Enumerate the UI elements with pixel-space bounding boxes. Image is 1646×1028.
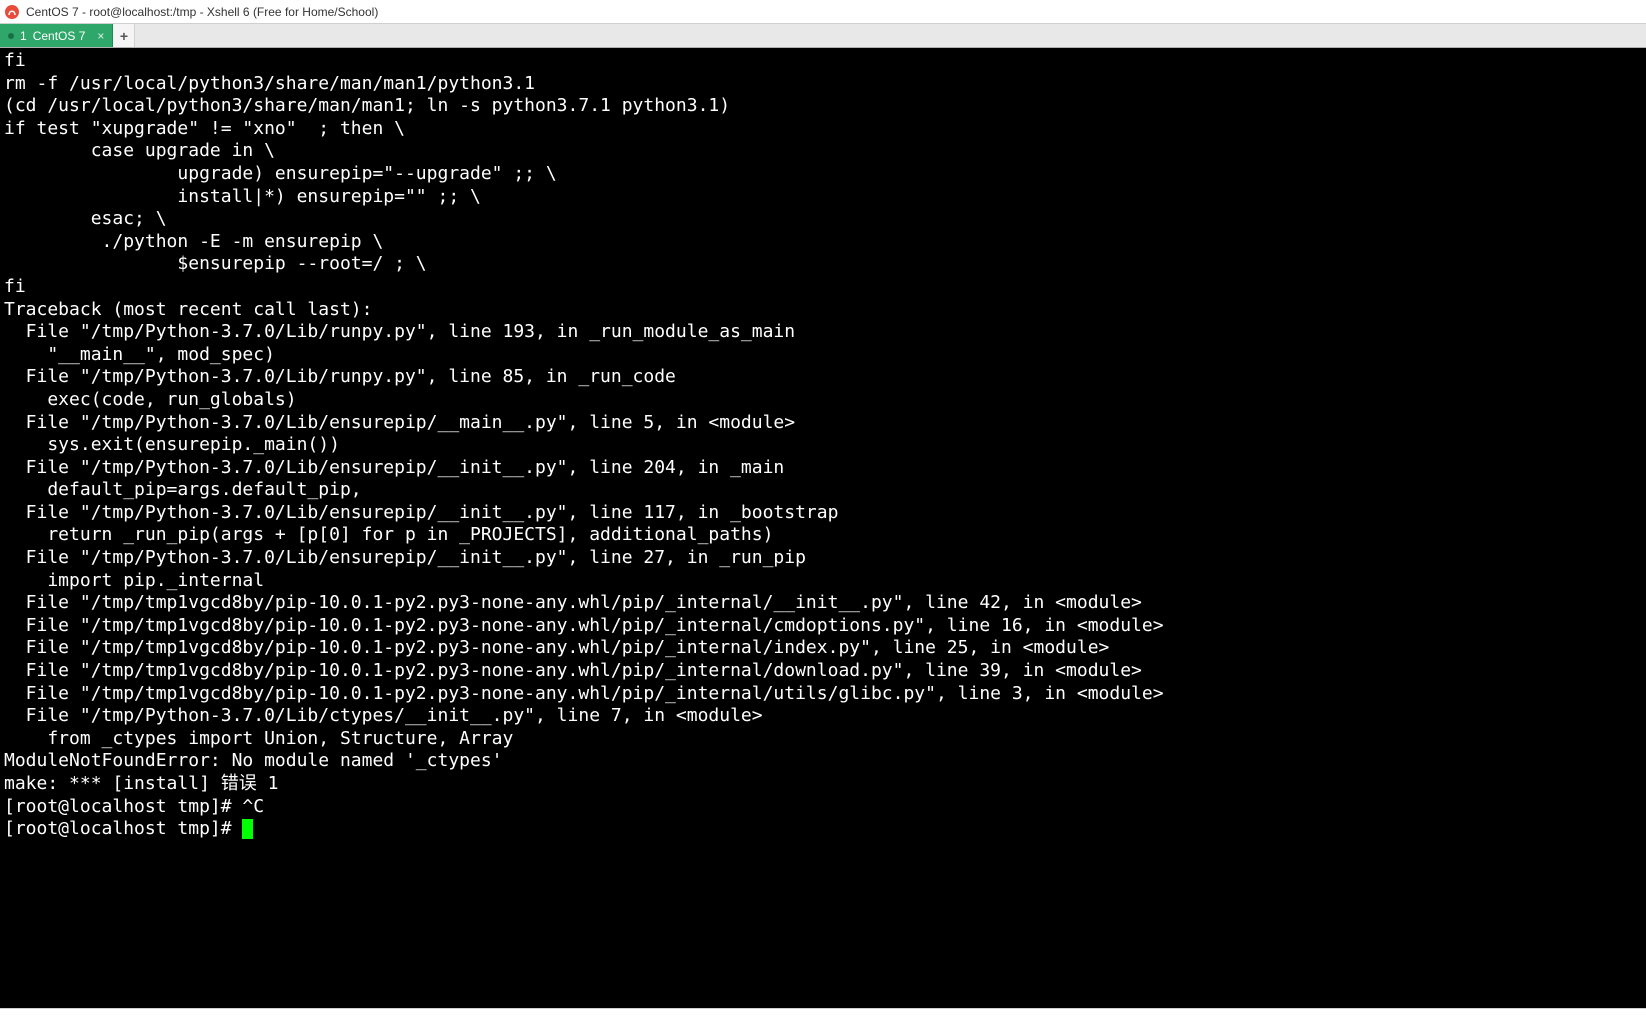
close-icon[interactable]: × [97, 29, 104, 43]
add-tab-button[interactable]: + [113, 24, 135, 47]
tab-status-dot [8, 33, 14, 39]
window-title: CentOS 7 - root@localhost:/tmp - Xshell … [26, 5, 378, 19]
terminal-output[interactable]: fi rm -f /usr/local/python3/share/man/ma… [0, 48, 1646, 1008]
tab-bar: 1 CentOS 7 × + [0, 24, 1646, 48]
tab-centos7[interactable]: 1 CentOS 7 × [0, 24, 113, 47]
window-title-bar: CentOS 7 - root@localhost:/tmp - Xshell … [0, 0, 1646, 24]
tab-index: 1 [20, 29, 27, 43]
app-icon [4, 4, 20, 20]
terminal-cursor [242, 819, 253, 839]
status-bar [0, 1008, 1646, 1028]
terminal-prompt: [root@localhost tmp]# [4, 818, 242, 839]
tab-label: CentOS 7 [33, 29, 86, 43]
